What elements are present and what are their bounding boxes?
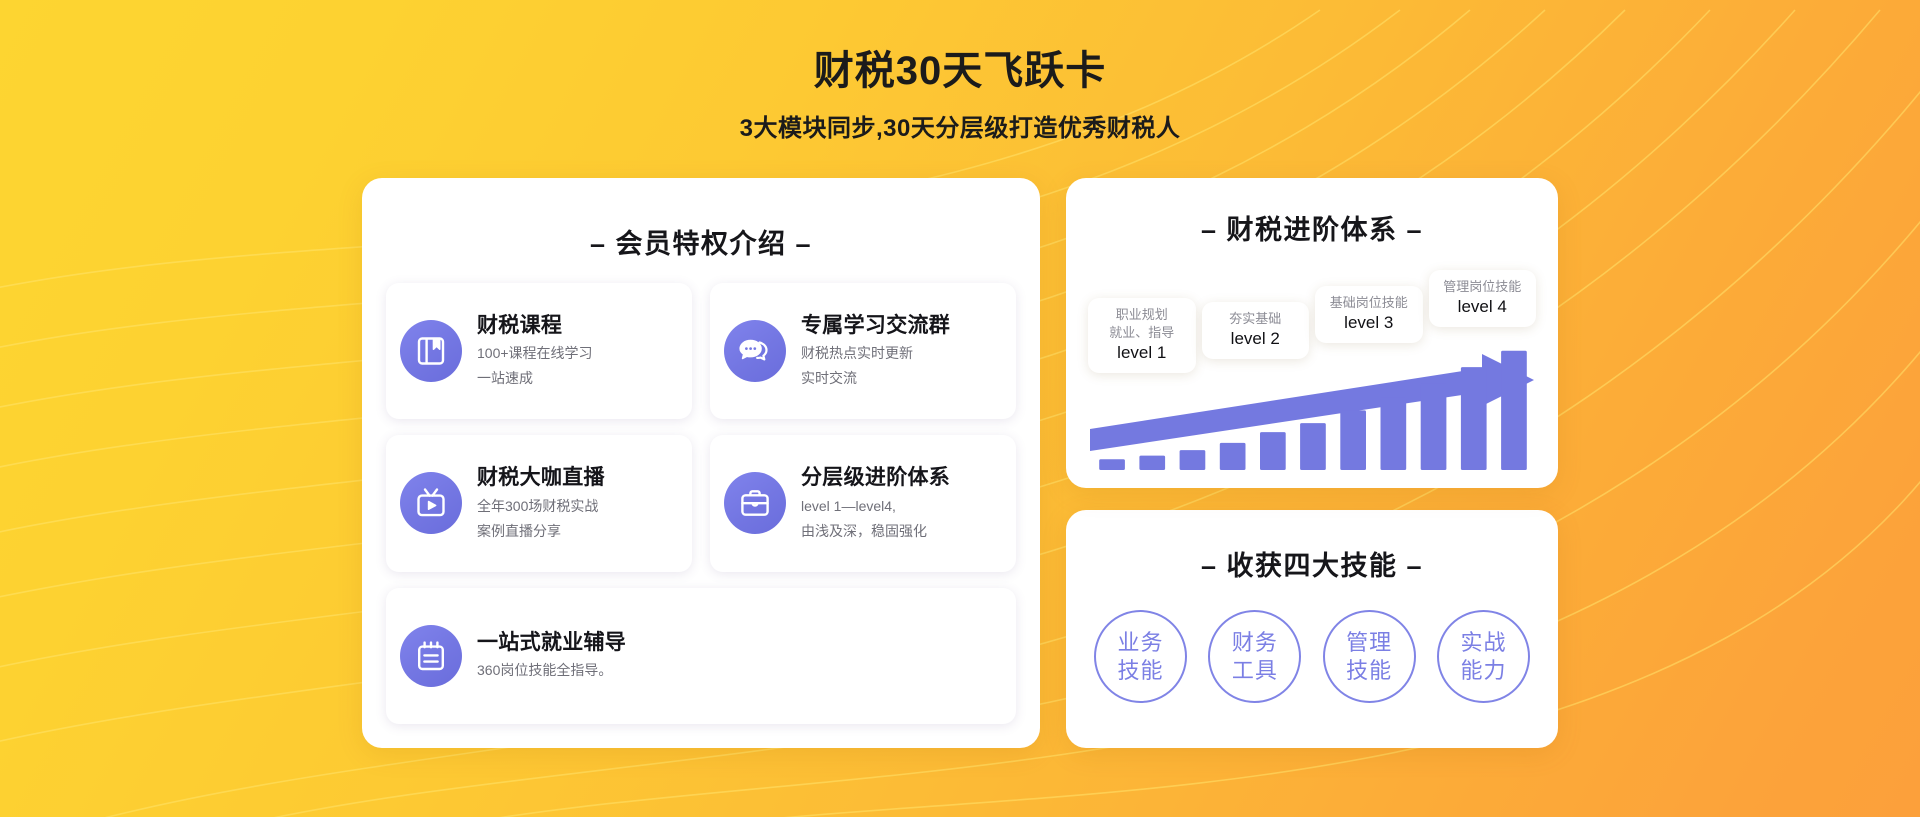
level-name: level 4 xyxy=(1457,296,1507,316)
skill-line1: 实战 xyxy=(1460,630,1507,656)
skill-line2: 能力 xyxy=(1460,657,1507,683)
benefits-section-title: – 会员特权介绍 – xyxy=(386,222,1016,261)
benefit-desc-line1: 全年300场财税实战 xyxy=(477,497,599,514)
skill-line1: 业务 xyxy=(1117,630,1164,656)
skill-line2: 技能 xyxy=(1346,657,1393,683)
benefit-title: 财税课程 xyxy=(477,314,563,338)
level-desc-line1: 职业规划 xyxy=(1115,307,1168,323)
levels-row: 职业规划 就业、指导 level 1 夯实基础 level 2 基础岗位技能 l… xyxy=(1088,261,1536,373)
skills-section-title: – 收获四大技能 – xyxy=(1088,544,1536,583)
briefcase-icon xyxy=(724,472,786,535)
benefit-desc-line2: 案例直播分享 xyxy=(477,522,561,539)
benefit-desc-line2: 由浅及深，稳固强化 xyxy=(801,522,927,539)
benefit-text: 一站式就业辅导 360岗位技能全指导。 xyxy=(477,630,626,681)
skills-row: 业务 技能 财务 工具 管理 技能 实战 能力 xyxy=(1088,589,1536,724)
level-desc-line2: 就业、指导 xyxy=(1109,324,1175,340)
level-desc-line1: 夯实基础 xyxy=(1229,310,1282,326)
skill-circle-business[interactable]: 业务 技能 xyxy=(1094,610,1187,703)
benefit-card-live-stream[interactable]: 财税大咖直播 全年300场财税实战 案例直播分享 xyxy=(386,435,692,572)
dash-left: – xyxy=(1200,215,1218,245)
member-benefits-panel: – 会员特权介绍 – 财税课程 100+课程在线学习 一站速成 专属学习交流群 … xyxy=(362,178,1040,748)
bar xyxy=(1420,383,1447,470)
bar xyxy=(1179,450,1206,470)
benefit-title: 财税大咖直播 xyxy=(477,466,605,490)
benefit-desc-line1: 360岗位技能全指导。 xyxy=(477,662,613,679)
skill-circle-management[interactable]: 管理 技能 xyxy=(1322,610,1416,703)
benefit-text: 财税课程 100+课程在线学习 一站速成 xyxy=(477,313,593,389)
progression-system-panel: – 财税进阶体系 – 职业规划 就业、指导 level 1 夯实基础 level 2… xyxy=(1066,178,1558,488)
level-name: level 3 xyxy=(1344,312,1394,332)
dash-left: – xyxy=(1200,551,1218,581)
benefit-desc-line2: 实时交流 xyxy=(801,370,857,387)
bar xyxy=(1380,397,1407,470)
benefit-desc-line1: 财税热点实时更新 xyxy=(801,345,913,362)
chat-bubbles-icon xyxy=(724,320,786,383)
bar xyxy=(1460,367,1487,470)
skill-circle-finance-tools[interactable]: 财务 工具 xyxy=(1208,610,1302,703)
bar xyxy=(1260,432,1286,470)
benefit-card-study-group[interactable]: 专属学习交流群 财税热点实时更新 实时交流 xyxy=(710,283,1016,420)
skill-line1: 财务 xyxy=(1231,630,1278,656)
benefit-text: 分层级进阶体系 level 1—level4, 由浅及深，稳固强化 xyxy=(801,465,950,541)
level-desc-line1: 管理岗位技能 xyxy=(1443,278,1522,294)
header: 财税30天飞跃卡 3大模块同步,30天分层级打造优秀财税人 xyxy=(0,0,1920,143)
benefit-desc-line2: 一站速成 xyxy=(477,370,533,387)
level-card-3[interactable]: 基础岗位技能 level 3 xyxy=(1315,285,1423,343)
level-name: level 1 xyxy=(1117,342,1167,362)
benefit-desc-line1: level 1—level4, xyxy=(801,497,896,514)
bar xyxy=(1139,455,1166,470)
tv-play-icon xyxy=(400,472,462,535)
bar xyxy=(1099,459,1125,470)
benefit-card-career-guidance[interactable]: 一站式就业辅导 360岗位技能全指导。 xyxy=(386,587,1016,724)
skills-title-text: 收获四大技能 xyxy=(1226,551,1398,581)
book-icon xyxy=(400,320,462,383)
benefit-text: 专属学习交流群 财税热点实时更新 实时交流 xyxy=(801,313,950,389)
page-subtitle: 3大模块同步,30天分层级打造优秀财税人 xyxy=(739,115,1181,142)
clipboard-icon xyxy=(400,624,462,687)
skill-circle-practical[interactable]: 实战 能力 xyxy=(1436,610,1530,703)
benefit-title: 专属学习交流群 xyxy=(801,314,951,338)
content-area: – 会员特权介绍 – 财税课程 100+课程在线学习 一站速成 专属学习交流群 … xyxy=(0,178,1920,748)
benefit-title: 分层级进阶体系 xyxy=(801,466,951,490)
dash-right: – xyxy=(1406,215,1424,245)
benefits-title-text: 会员特权介绍 xyxy=(615,229,787,259)
dash-right: – xyxy=(795,229,813,259)
benefit-desc-line1: 100+课程在线学习 xyxy=(477,345,593,362)
bar xyxy=(1300,423,1326,470)
benefit-card-courses[interactable]: 财税课程 100+课程在线学习 一站速成 xyxy=(386,283,692,420)
dash-left: – xyxy=(589,229,607,259)
progression-title-text: 财税进阶体系 xyxy=(1226,215,1398,245)
skill-line1: 管理 xyxy=(1346,630,1393,656)
level-desc-line1: 基础岗位技能 xyxy=(1329,294,1408,310)
level-name: level 2 xyxy=(1230,328,1280,348)
level-card-2[interactable]: 夯实基础 level 2 xyxy=(1201,301,1309,359)
benefit-text: 财税大咖直播 全年300场财税实战 案例直播分享 xyxy=(477,465,605,541)
skill-line2: 工具 xyxy=(1231,657,1278,683)
progression-section-title: – 财税进阶体系 – xyxy=(1088,208,1536,247)
level-card-4[interactable]: 管理岗位技能 level 4 xyxy=(1428,269,1536,327)
page-title: 财税30天飞跃卡 xyxy=(813,49,1107,93)
bar xyxy=(1219,442,1246,470)
bar xyxy=(1340,410,1366,470)
level-card-1[interactable]: 职业规划 就业、指导 level 1 xyxy=(1088,298,1196,373)
skill-line2: 技能 xyxy=(1117,657,1164,683)
right-column: – 财税进阶体系 – 职业规划 就业、指导 level 1 夯实基础 level 2… xyxy=(1066,178,1558,748)
dash-right: – xyxy=(1406,551,1424,581)
benefit-title: 一站式就业辅导 xyxy=(477,631,627,655)
benefits-grid: 财税课程 100+课程在线学习 一站速成 专属学习交流群 财税热点实时更新 实时… xyxy=(386,283,1016,724)
skills-panel: – 收获四大技能 – 业务 技能 财务 工具 管理 技能 实战 能力 xyxy=(1066,510,1558,748)
benefit-card-level-system[interactable]: 分层级进阶体系 level 1—level4, 由浅及深，稳固强化 xyxy=(710,435,1016,572)
